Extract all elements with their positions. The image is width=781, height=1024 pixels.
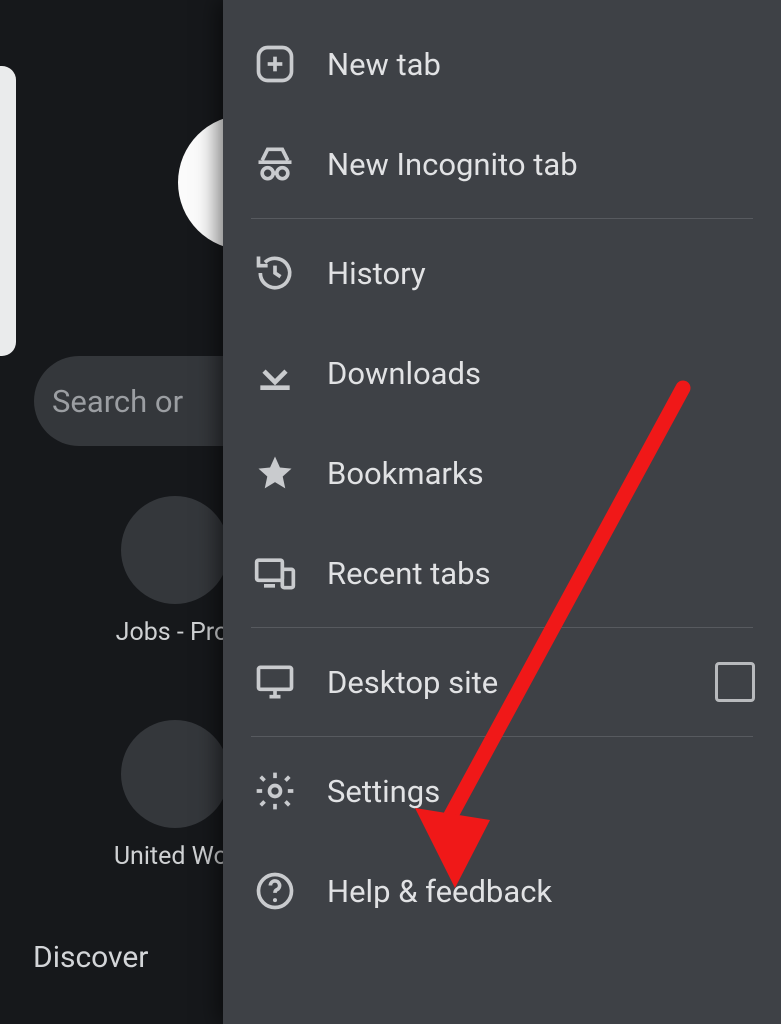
menu-item-history[interactable]: History xyxy=(223,223,781,323)
star-icon xyxy=(253,451,297,495)
menu-item-new-tab[interactable]: New tab xyxy=(223,14,781,114)
menu-item-label: Desktop site xyxy=(327,664,498,701)
omnibox-placeholder: Search or xyxy=(52,383,183,420)
devices-icon xyxy=(253,551,297,595)
menu-item-recent-tabs[interactable]: Recent tabs xyxy=(223,523,781,623)
downloads-icon xyxy=(253,351,297,395)
plus-square-icon xyxy=(253,42,297,86)
menu-item-new-incognito[interactable]: New Incognito tab xyxy=(223,114,781,214)
menu-item-label: Downloads xyxy=(327,355,481,392)
help-icon xyxy=(253,869,297,913)
overflow-menu: New tab New Incognito tab History Downlo… xyxy=(223,0,781,1024)
menu-divider xyxy=(251,218,753,219)
menu-item-label: Recent tabs xyxy=(327,555,491,592)
shortcut-chip xyxy=(121,496,229,604)
menu-item-settings[interactable]: Settings xyxy=(223,741,781,841)
menu-item-label: New tab xyxy=(327,46,441,83)
menu-item-desktop-site[interactable]: Desktop site xyxy=(223,632,781,732)
discover-heading: Discover xyxy=(33,940,148,975)
gear-icon xyxy=(253,769,297,813)
history-icon xyxy=(253,251,297,295)
menu-item-bookmarks[interactable]: Bookmarks xyxy=(223,423,781,523)
shortcut-chip xyxy=(121,720,229,828)
menu-item-label: New Incognito tab xyxy=(327,146,578,183)
menu-item-label: Bookmarks xyxy=(327,455,484,492)
desktop-site-checkbox[interactable] xyxy=(715,662,755,702)
shortcut-label: United Wor xyxy=(114,842,236,871)
shortcut-label: Jobs - Prol xyxy=(116,618,235,647)
monitor-icon xyxy=(253,660,297,704)
menu-item-help-feedback[interactable]: Help & feedback xyxy=(223,841,781,941)
menu-item-label: Help & feedback xyxy=(327,873,552,910)
menu-item-downloads[interactable]: Downloads xyxy=(223,323,781,423)
menu-item-label: Settings xyxy=(327,773,440,810)
menu-item-label: History xyxy=(327,255,426,292)
menu-divider xyxy=(251,627,753,628)
left-edge-shade xyxy=(0,66,16,356)
incognito-icon xyxy=(253,142,297,186)
menu-divider xyxy=(251,736,753,737)
